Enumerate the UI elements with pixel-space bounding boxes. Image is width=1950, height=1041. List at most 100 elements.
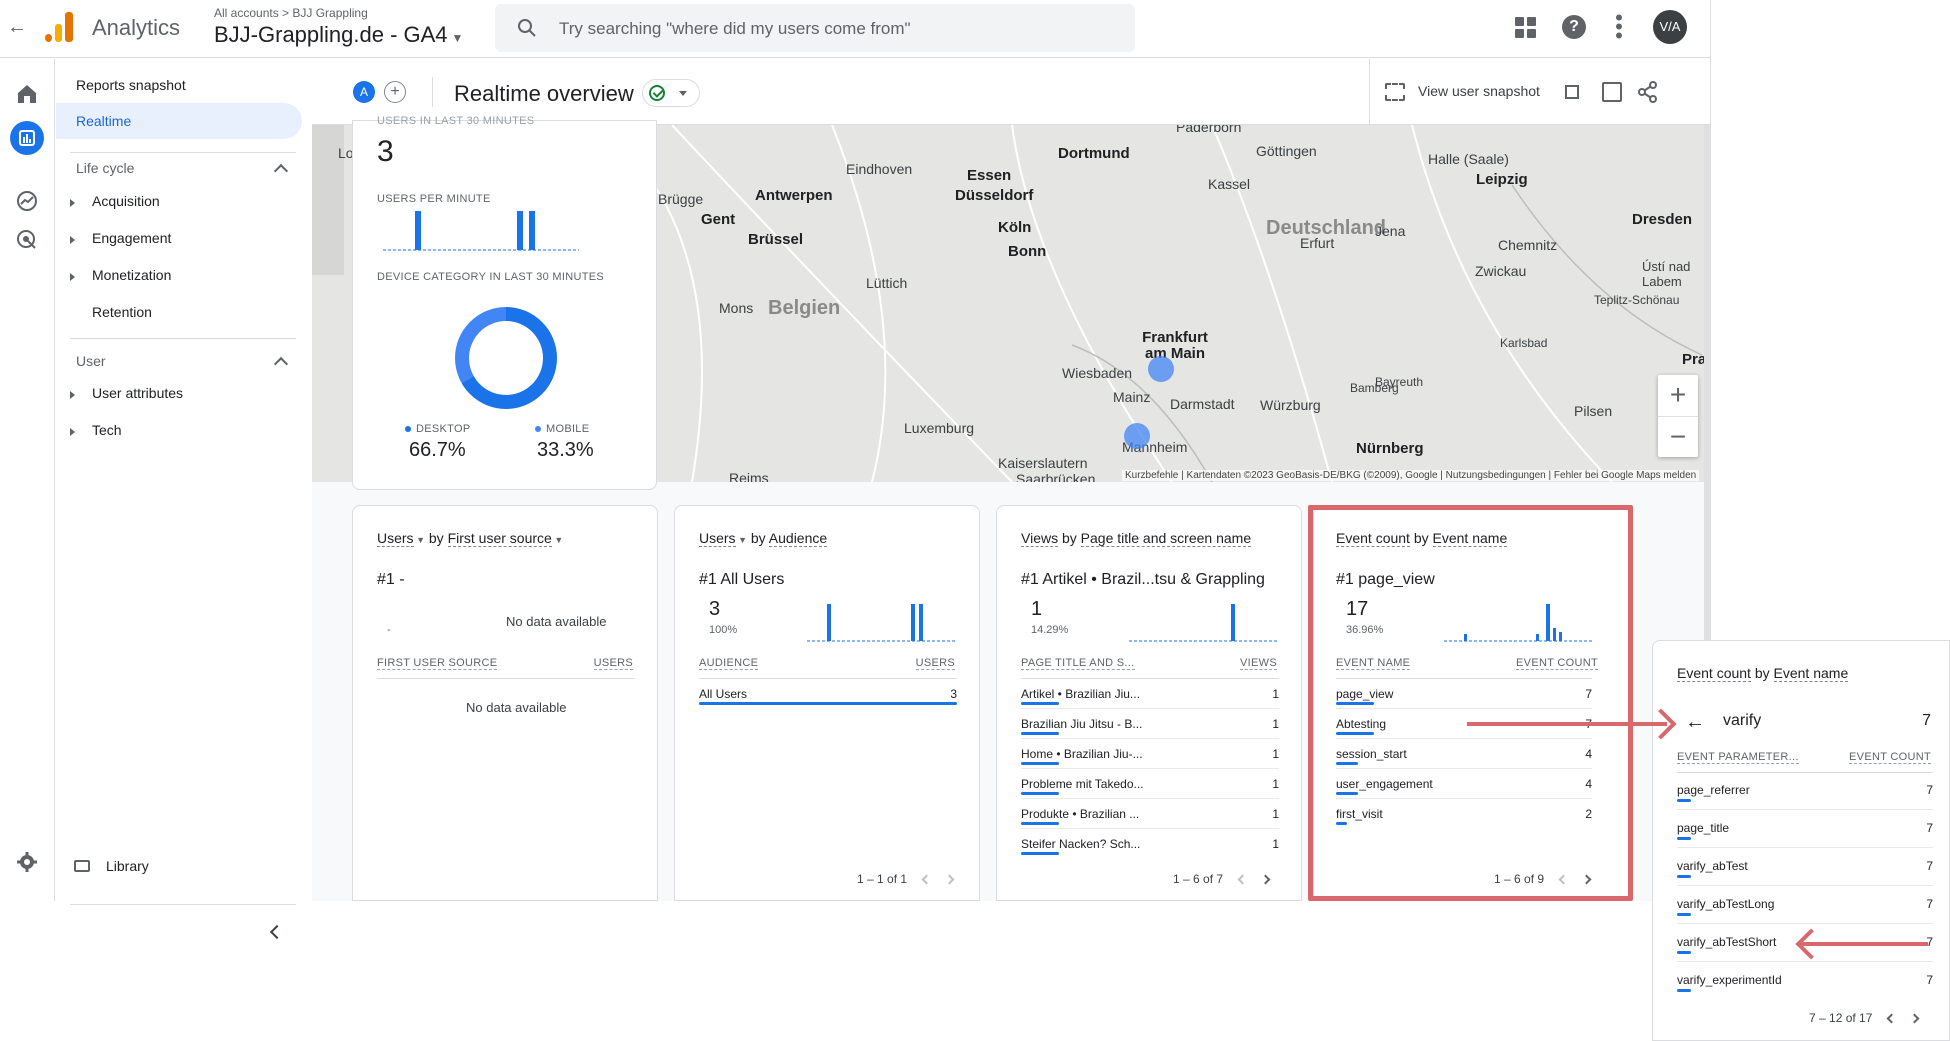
user-location-marker[interactable] [1148,356,1174,382]
device-donut-chart[interactable] [455,307,557,409]
table-row[interactable]: varify_experimentId 7 [1677,963,1933,1001]
table-row[interactable]: All Users 3 [699,678,957,708]
property-selector[interactable]: BJJ-Grappling.de - GA4 ▼ [214,22,463,48]
analytics-logo-icon[interactable] [45,12,75,42]
back-arrow-icon[interactable]: ← [6,16,28,38]
expand-triangle-icon[interactable] [70,391,75,399]
view-user-snapshot-button[interactable]: View user snapshot [1418,83,1540,99]
breadcrumb[interactable]: All accounts > BJJ Grappling [214,6,368,20]
map-attribution[interactable]: Kurzbefehle | Kartendaten ©2023 GeoBasis… [1122,470,1700,481]
table-row[interactable]: page_referrer 7 [1677,773,1933,811]
column-header: PAGE TITLE AND S... [1021,657,1135,670]
column-header: FIRST USER SOURCE [377,657,498,670]
map-label: Wiesbaden [1062,365,1133,381]
more-vert-icon[interactable]: • • • [1614,7,1624,47]
table-row[interactable]: page_title 7 [1677,811,1933,849]
map-label: Eindhoven [846,161,913,177]
map-label: Leipzig [1476,171,1528,188]
users-per-minute-caption: USERS PER MINUTE [377,193,491,205]
customize-report-icon[interactable] [1602,82,1622,102]
table-row[interactable]: Produkte • Brazilian ... 1 [1021,798,1279,829]
status-dropdown[interactable] [642,79,700,107]
pagination: 1 – 1 of 1 [857,872,955,886]
sidebar-section-lifecycle[interactable]: Life cycle [76,160,134,176]
sidebar-item-user-attributes[interactable]: User attributes [92,385,183,401]
search-icon [518,19,536,37]
column-header: EVENT PARAMETER... [1677,751,1799,764]
advertising-icon[interactable] [14,227,40,253]
expand-triangle-icon[interactable] [70,236,75,244]
column-header: USERS [593,657,633,670]
popup-title[interactable]: Event count by Event name [1677,665,1849,682]
table-row[interactable]: Brazilian Jiu Jitsu - B... 1 [1021,708,1279,739]
add-comparison-icon[interactable]: + [384,81,406,103]
sidebar-item-tech[interactable]: Tech [92,422,122,438]
sidebar-item-monetization[interactable]: Monetization [92,267,171,283]
search-input[interactable]: Try searching "where did my users come f… [559,19,911,39]
desktop-legend: DESKTOP [405,423,470,435]
placeholder-dash: - [387,624,391,636]
folder-icon [74,860,90,872]
fullscreen-icon[interactable] [1565,85,1579,99]
user-location-marker[interactable] [1124,423,1150,449]
expand-triangle-icon[interactable] [70,199,75,207]
prev-page-icon[interactable] [1237,874,1248,885]
next-page-icon[interactable] [1909,1013,1920,1024]
chevron-up-icon[interactable] [273,163,289,179]
table-row[interactable]: Home • Brazilian Jiu-... 1 [1021,738,1279,769]
users-summary-card: USERS IN LAST 30 MINUTES 3 USERS PER MIN… [352,115,657,490]
table-row[interactable]: Artikel • Brazilian Jiu... 1 [1021,678,1279,709]
zoom-in-button[interactable]: + [1658,375,1698,416]
top-rank: #1 - [377,571,405,588]
sidebar-item-library[interactable]: Library [106,858,149,874]
device-category-caption: DEVICE CATEGORY IN LAST 30 MINUTES [377,271,604,283]
card-title[interactable]: Users ▼ by First user source ▼ [377,530,564,547]
caret-down-icon: ▼ [551,535,564,545]
pagination: 1 – 6 of 7 [1173,872,1271,886]
sparkline-no-data: No data available [506,614,607,629]
avatar[interactable]: V/A [1653,10,1687,44]
home-icon[interactable] [14,81,40,107]
help-icon[interactable]: ? [1562,15,1586,39]
table-row[interactable]: varify_abTestLong 7 [1677,887,1933,925]
prev-page-icon[interactable] [921,874,932,885]
map-label: Brüssel [748,231,804,248]
event-detail-popup: Event count by Event name ← varify 7 EVE… [1652,640,1950,1041]
table-row[interactable]: Steifer Nacken? Sch... 1 [1021,828,1279,858]
sidebar-item-acquisition[interactable]: Acquisition [92,193,160,209]
table-row[interactable]: varify_abTest 7 [1677,849,1933,887]
table-row[interactable]: Probleme mit Takedo... 1 [1021,768,1279,799]
top-percentage: 14.29% [1031,624,1069,636]
card-title[interactable]: Views by Page title and screen name [1021,530,1252,547]
map-label: Bamberg [1350,381,1399,395]
sidebar-item-reports-snapshot[interactable]: Reports snapshot [76,77,186,93]
comparison-chip[interactable]: A [353,81,375,103]
zoom-out-button[interactable]: − [1658,416,1698,457]
caret-down-icon: ▼ [451,31,464,45]
sidebar-item-engagement[interactable]: Engagement [92,230,171,246]
card-title[interactable]: Users ▼ by Audience [699,530,828,547]
map-label: Luxemburg [904,420,975,436]
prev-page-icon[interactable] [1886,1013,1897,1024]
map-label: Essen [967,167,1012,184]
user-snapshot-icon[interactable] [1385,83,1405,101]
search-bar[interactable]: Try searching "where did my users come f… [495,4,1135,52]
next-page-icon[interactable] [1260,874,1271,885]
sidebar-section-user[interactable]: User [76,353,106,369]
reports-icon[interactable] [10,121,44,155]
explore-icon[interactable] [14,188,40,214]
back-arrow-icon[interactable]: ← [1685,711,1705,734]
map-label: Mons [719,300,754,316]
chevron-up-icon[interactable] [273,356,289,372]
share-icon[interactable] [1638,81,1658,103]
sidebar-item-retention[interactable]: Retention [92,304,152,320]
apps-grid-icon[interactable] [1515,17,1537,39]
settings-gear-icon[interactable] [15,850,39,874]
map-label: Frankfurt am Main [1142,329,1208,362]
map-label: Düsseldorf [955,187,1034,204]
expand-triangle-icon[interactable] [70,428,75,436]
next-page-icon[interactable] [944,874,955,885]
collapse-sidebar-icon[interactable] [269,924,285,940]
top-bar: ← Analytics All accounts > BJJ Grappling… [0,0,1710,58]
expand-triangle-icon[interactable] [70,273,75,281]
